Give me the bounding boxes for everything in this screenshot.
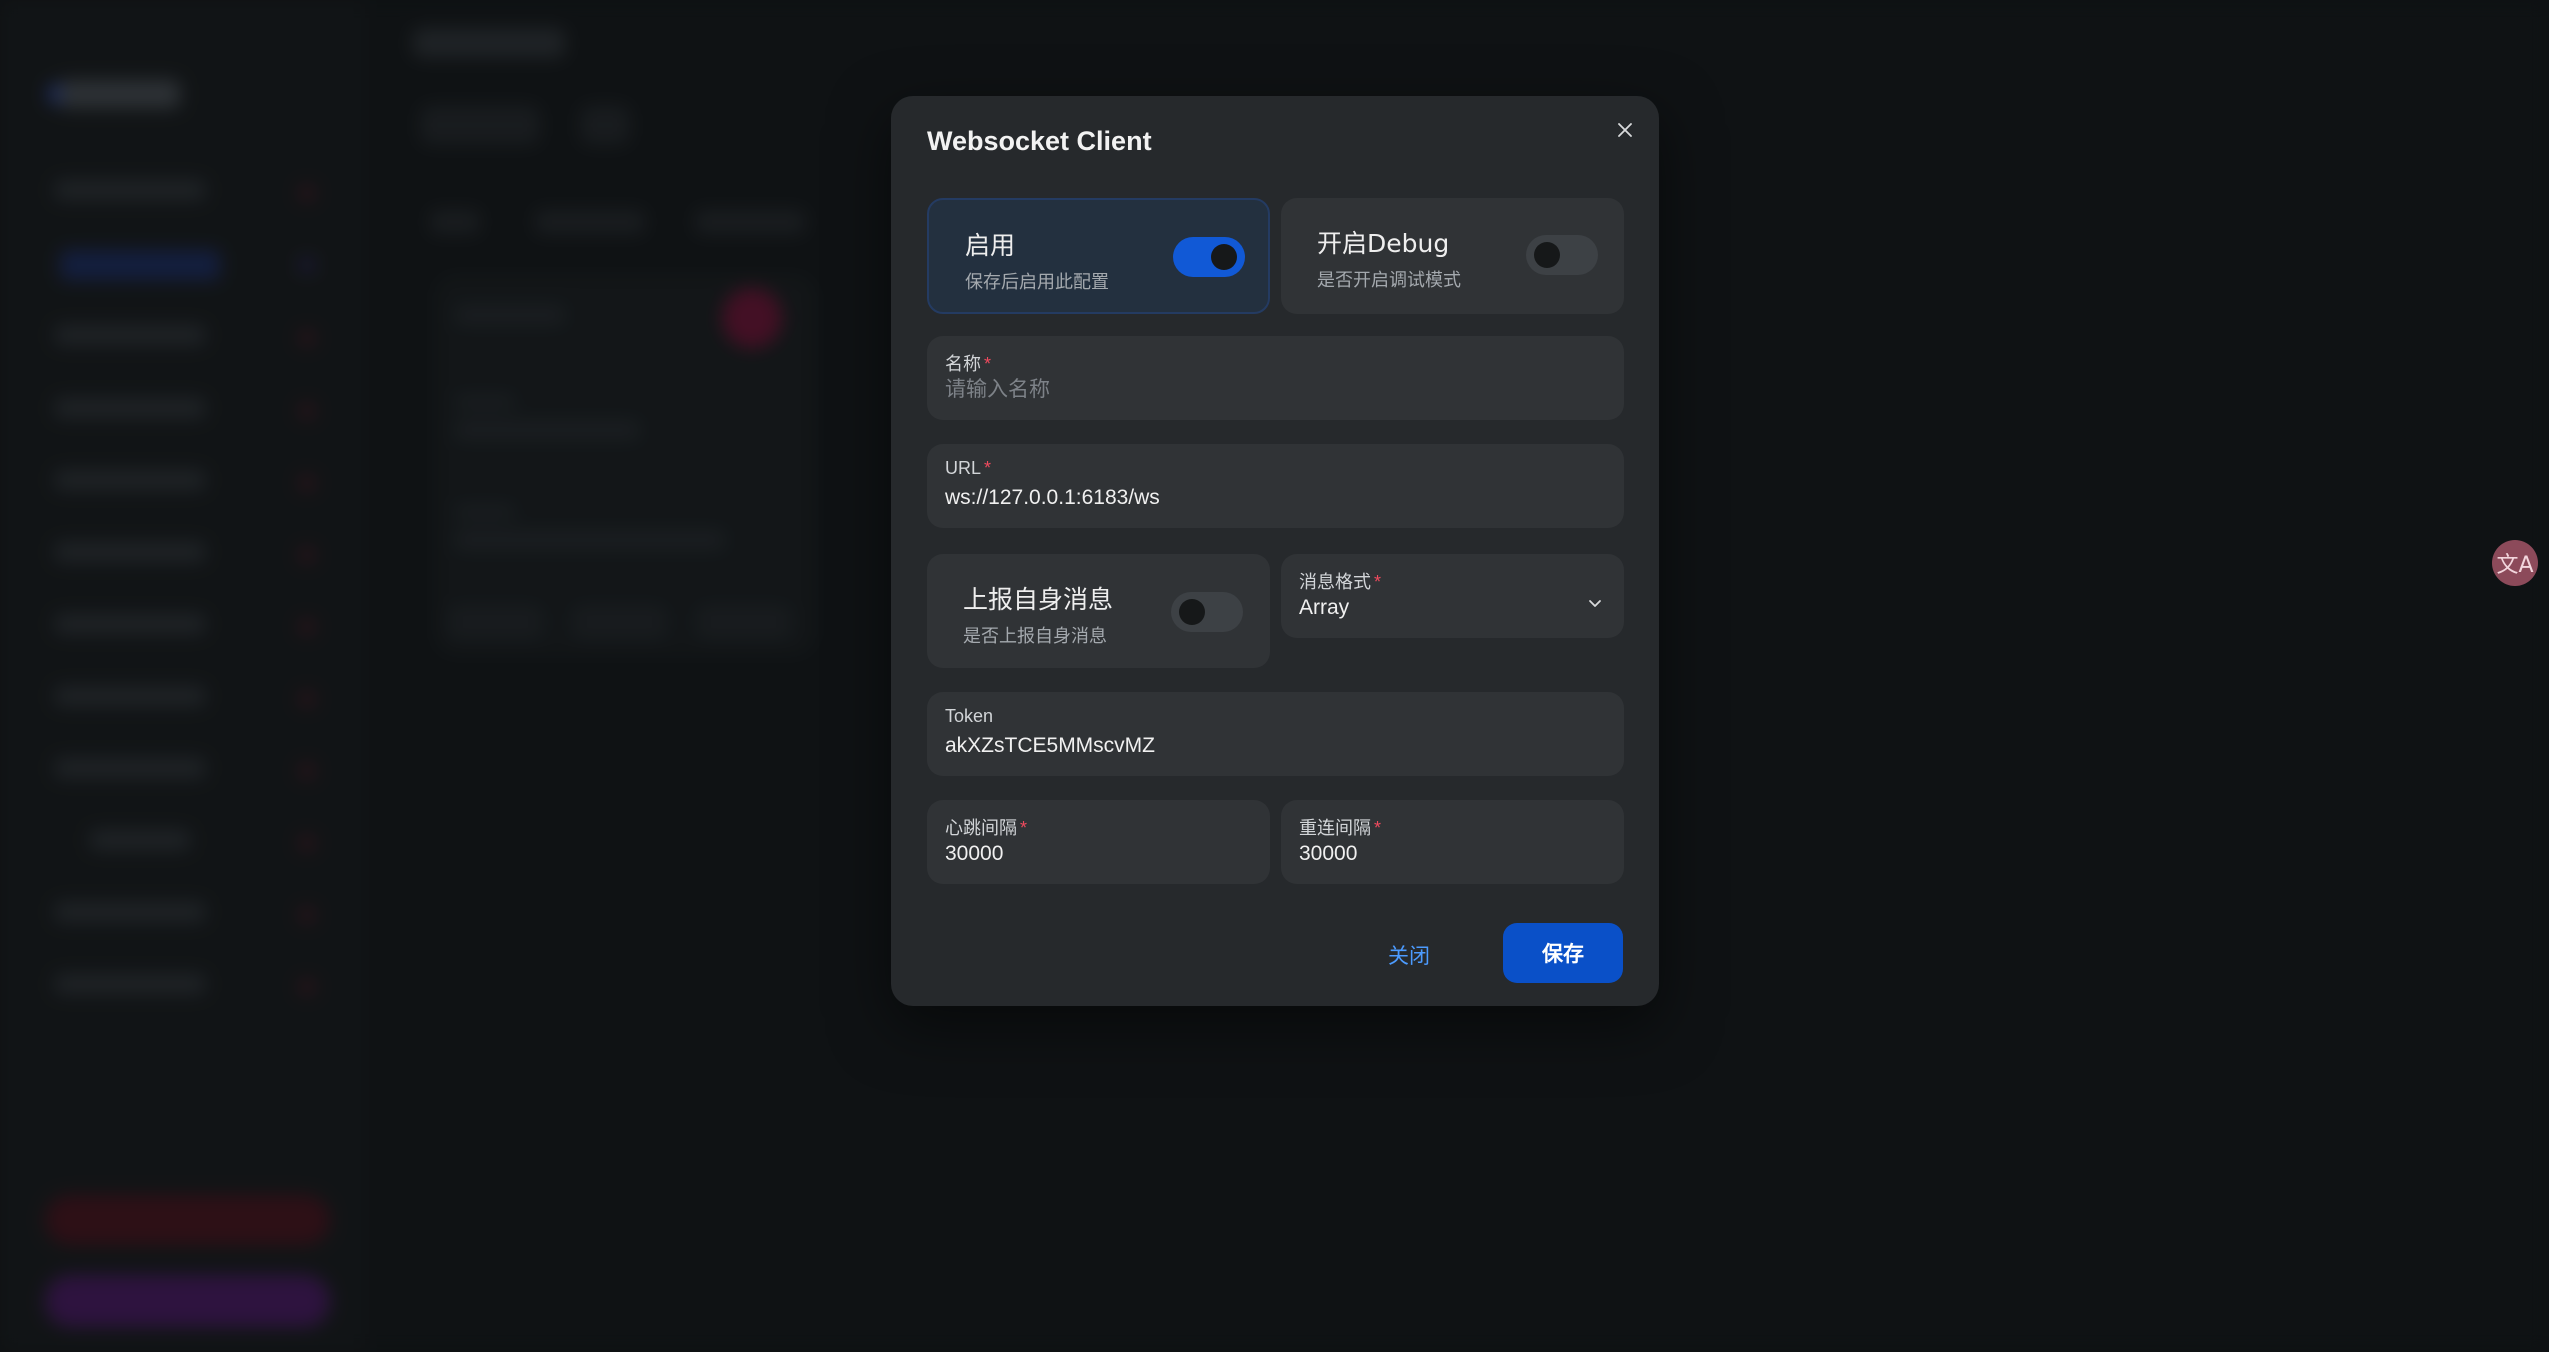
close-icon[interactable] (1607, 112, 1643, 148)
debug-switch[interactable] (1526, 235, 1598, 275)
reconnect-label: 重连间隔 * (1299, 818, 1382, 838)
save-button[interactable]: 保存 (1503, 923, 1623, 983)
name-field[interactable]: 名称 * (927, 336, 1624, 420)
report-self-description: 是否上报自身消息 (963, 626, 1107, 647)
switch-knob (1534, 242, 1560, 268)
enable-toggle-tile[interactable]: 启用 保存后启用此配置 (927, 198, 1270, 314)
message-format-value: Array (1299, 596, 1350, 619)
debug-title: 开启Debug (1317, 229, 1450, 258)
enable-description: 保存后启用此配置 (965, 272, 1109, 293)
report-self-toggle-tile[interactable]: 上报自身消息 是否上报自身消息 (927, 554, 1270, 668)
heartbeat-interval-field[interactable]: 心跳间隔 * 30000 (927, 800, 1270, 884)
heartbeat-input[interactable]: 30000 (945, 842, 1003, 866)
token-input[interactable]: akXZsTCE5MMscvMZ (945, 734, 1155, 758)
debug-toggle-tile[interactable]: 开启Debug 是否开启调试模式 (1281, 198, 1624, 314)
enable-title: 启用 (965, 231, 1016, 260)
token-field-label: Token (945, 706, 994, 726)
dialog-title: Websocket Client (927, 126, 1152, 156)
name-field-label: 名称 * (945, 354, 992, 374)
token-field[interactable]: Token akXZsTCE5MMscvMZ (927, 692, 1624, 776)
close-glyph (1618, 123, 1632, 137)
translate-icon[interactable]: 文A (2492, 540, 2538, 586)
reconnect-input[interactable]: 30000 (1299, 842, 1357, 866)
switch-knob (1179, 599, 1205, 625)
translate-glyph: 文A (2496, 553, 2534, 578)
close-button[interactable]: 关闭 (1388, 940, 1430, 970)
url-field-label: URL * (945, 458, 992, 478)
report-self-title: 上报自身消息 (963, 585, 1114, 614)
enable-switch[interactable] (1173, 237, 1245, 277)
heartbeat-label: 心跳间隔 * (945, 818, 1028, 838)
chevron-down-icon (1589, 600, 1601, 607)
message-format-label: 消息格式 * (1299, 572, 1382, 592)
message-format-select[interactable]: 消息格式 * Array (1281, 554, 1624, 638)
debug-description: 是否开启调试模式 (1317, 270, 1461, 291)
name-input[interactable] (945, 378, 1606, 402)
websocket-client-dialog: Websocket Client 启用 保存后启用此配置 开启Debug 是否开… (891, 96, 1659, 1006)
reconnect-interval-field[interactable]: 重连间隔 * 30000 (1281, 800, 1624, 884)
switch-knob (1211, 244, 1237, 270)
url-field[interactable]: URL * ws://127.0.0.1:6183/ws (927, 444, 1624, 528)
url-input[interactable]: ws://127.0.0.1:6183/ws (945, 486, 1160, 510)
report-self-switch[interactable] (1171, 592, 1243, 632)
